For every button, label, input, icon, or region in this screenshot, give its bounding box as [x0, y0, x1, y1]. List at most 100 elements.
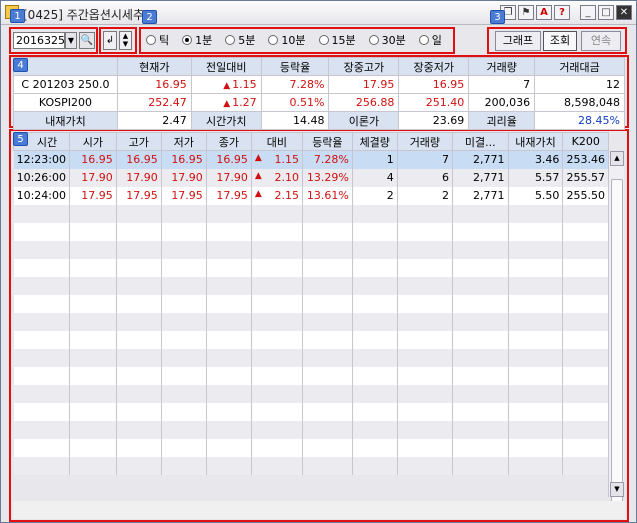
empty-cell: [352, 438, 398, 457]
empty-cell: [562, 330, 609, 349]
empty-cell: [452, 204, 509, 223]
radio-dot[interactable]: [318, 35, 329, 45]
table-row[interactable]: 10:24:00 17.95 17.95 17.95 17.95 ▲ 2.15 1…: [13, 186, 609, 205]
radio-day[interactable]: 일: [418, 32, 442, 48]
empty-cell: [302, 204, 353, 223]
radio-dot[interactable]: [146, 35, 156, 45]
lookup-button[interactable]: 조회: [543, 31, 577, 51]
radio-dot[interactable]: [418, 35, 429, 45]
radio-label: 15분: [331, 34, 356, 47]
help-icon[interactable]: ?: [554, 5, 570, 20]
empty-cell: [508, 276, 564, 295]
radio-dot[interactable]: [368, 35, 379, 45]
return-arrow-icon[interactable]: ↲: [103, 31, 117, 50]
empty-cell: [508, 222, 564, 241]
cell-rate: 7.28%: [302, 150, 353, 169]
empty-cell: [508, 366, 564, 385]
radio-dot[interactable]: [268, 35, 279, 45]
empty-cell: [452, 438, 509, 457]
empty-cell: [161, 456, 207, 475]
table-row[interactable]: 12:23:00 16.95 16.95 16.95 16.95 ▲ 1.15 7…: [13, 150, 609, 169]
empty-row: [13, 456, 609, 475]
empty-cell: [13, 348, 70, 367]
radio-tick[interactable]: 틱: [146, 32, 169, 48]
cell-intrinsic: 5.50: [508, 186, 564, 205]
empty-cell: [302, 348, 353, 367]
empty-cell: [206, 438, 252, 457]
graph-button[interactable]: 그래프: [495, 31, 541, 51]
empty-cell: [206, 402, 252, 421]
vertical-scrollbar[interactable]: ▲ ▼: [608, 151, 624, 509]
summary-header-cell: 현재가: [116, 57, 192, 76]
radio-15min[interactable]: 15분: [318, 32, 356, 48]
radio-1min[interactable]: 1분: [182, 32, 212, 48]
chevron-down-icon[interactable]: ▼: [65, 32, 77, 49]
empty-cell: [508, 330, 564, 349]
cell-time: 12:23:00: [13, 150, 70, 169]
empty-cell: [352, 384, 398, 403]
maximize-icon[interactable]: □: [598, 5, 614, 20]
cell-rate: 13.61%: [302, 186, 353, 205]
cell-high: 17.95: [116, 186, 162, 205]
code-input[interactable]: 20163250: [13, 32, 72, 49]
pin-icon[interactable]: ⚑: [518, 5, 534, 20]
cell-k200: 253.46: [562, 150, 609, 169]
detail-header-cell: K200: [562, 132, 609, 151]
empty-cell: [206, 420, 252, 439]
detail-header-cell: 등락율: [301, 132, 353, 151]
empty-row: [13, 294, 609, 313]
empty-cell: [562, 402, 609, 421]
radio-dot[interactable]: [182, 35, 193, 45]
empty-row: [13, 348, 609, 367]
empty-cell: [206, 384, 252, 403]
radio-5min[interactable]: 5분: [225, 32, 255, 48]
empty-cell: [161, 240, 207, 259]
scroll-down-icon[interactable]: ▼: [610, 482, 624, 497]
empty-cell: [452, 420, 509, 439]
empty-cell: [206, 312, 252, 331]
empty-cell: [206, 348, 252, 367]
radio-30min[interactable]: 30분: [368, 32, 406, 48]
scroll-thumb[interactable]: [611, 179, 623, 509]
close-icon[interactable]: ✕: [616, 5, 632, 20]
empty-cell: [69, 204, 117, 223]
table-row[interactable]: 10:26:00 17.90 17.90 17.90 17.90 ▲ 2.10 1…: [13, 168, 609, 187]
cell-k200: 255.57: [562, 168, 609, 187]
empty-cell: [302, 222, 353, 241]
empty-cell: [161, 366, 207, 385]
font-icon[interactable]: A: [536, 5, 552, 20]
empty-cell: [161, 348, 207, 367]
empty-cell: [161, 384, 207, 403]
empty-cell: [352, 402, 398, 421]
empty-cell: [69, 294, 117, 313]
empty-cell: [13, 204, 70, 223]
radio-dot[interactable]: [225, 35, 236, 45]
summary-row: C 201203 250.0 16.95 ▲ 1.15 7.28% 17.95 1…: [13, 75, 625, 94]
empty-cell: [206, 204, 252, 223]
empty-cell: [452, 222, 509, 241]
change-value: 1.15: [274, 153, 299, 167]
empty-row: [13, 222, 609, 241]
detail-header-cell: 시가: [68, 132, 117, 151]
cell-volume: 2: [397, 186, 454, 205]
empty-cell: [69, 276, 117, 295]
spinner-icon[interactable]: ▲ ▼: [119, 31, 132, 50]
minimize-icon[interactable]: _: [580, 5, 596, 20]
empty-row: [13, 402, 609, 421]
radio-label: 30분: [381, 34, 406, 47]
radio-label: 1분: [195, 34, 213, 47]
empty-cell: [13, 312, 70, 331]
empty-cell: [161, 204, 207, 223]
empty-cell: [562, 294, 609, 313]
continuous-button[interactable]: 연속: [581, 31, 621, 51]
cell-time: 10:24:00: [13, 186, 70, 205]
search-icon[interactable]: 🔍: [79, 32, 95, 49]
cell-close: 16.95: [206, 150, 252, 169]
empty-row: [13, 312, 609, 331]
radio-10min[interactable]: 10분: [268, 32, 306, 48]
empty-cell: [161, 294, 207, 313]
scroll-up-icon[interactable]: ▲: [610, 151, 624, 166]
empty-cell: [352, 294, 398, 313]
empty-cell: [562, 456, 609, 475]
empty-cell: [302, 276, 353, 295]
